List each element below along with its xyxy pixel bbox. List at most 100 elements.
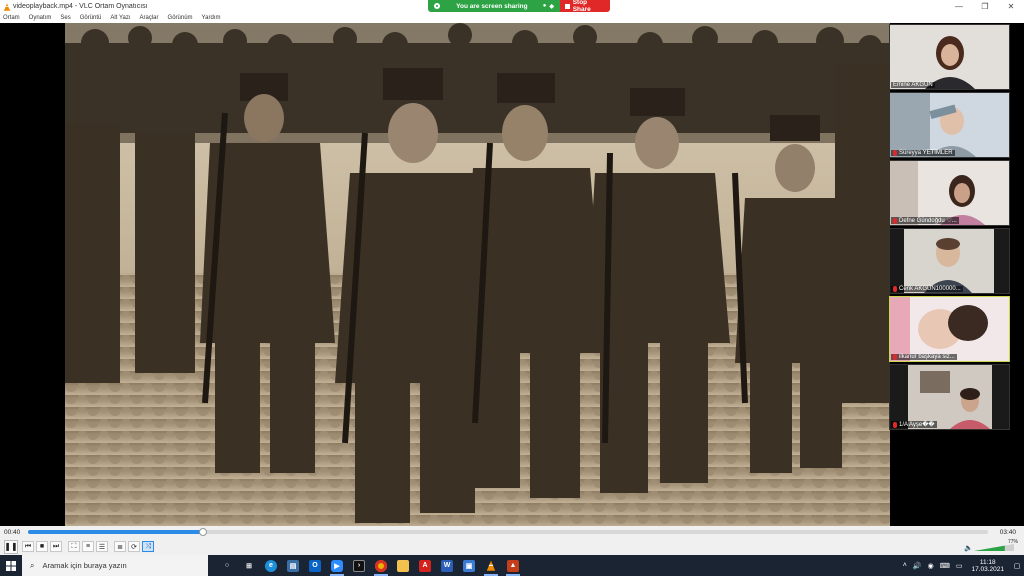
- terminal-icon: ›: [353, 559, 365, 572]
- file-explorer-button[interactable]: [392, 555, 414, 576]
- widgets-button[interactable]: ⊞: [238, 555, 260, 576]
- menu-alt-yazi[interactable]: Alt Yazı: [110, 15, 130, 21]
- pause-icon: ❚❚: [4, 542, 18, 551]
- acrobat-button[interactable]: A: [414, 555, 436, 576]
- volume-control[interactable]: 🔈 77%: [964, 539, 1020, 553]
- zoom-icon: ▶: [331, 559, 343, 572]
- stop-button[interactable]: ■: [36, 541, 48, 552]
- previous-button[interactable]: ⏮: [22, 541, 34, 552]
- windows-logo-icon: [6, 560, 16, 571]
- loop-icon: ⟳: [131, 543, 137, 551]
- clock-date: 17.03.2021: [971, 565, 1004, 573]
- maximize-button[interactable]: ❐: [972, 0, 998, 13]
- window-title: videoplayback.mp4 - VLC Ortam Oynatıcısı: [13, 3, 148, 10]
- participant-video: [890, 365, 1009, 429]
- speaker-icon[interactable]: 🔊: [913, 562, 922, 570]
- loop-button[interactable]: ⟳: [128, 541, 140, 552]
- notifications-button[interactable]: ▢: [1010, 555, 1024, 576]
- store-button[interactable]: ▤: [282, 555, 304, 576]
- system-tray: ˄ 🔊 ◉ ⌨ ▭ 11:18 17.03.2021 ▢: [900, 555, 1024, 576]
- microphone-icon[interactable]: ●: [543, 3, 547, 9]
- menu-ortam[interactable]: Ortam: [3, 15, 20, 21]
- participant-tile[interactable]: Cenk AKGÜN100000...: [889, 228, 1010, 294]
- notification-icon: ▢: [1013, 562, 1021, 570]
- search-icon: ⌕: [30, 560, 35, 570]
- menu-ses[interactable]: Ses: [60, 15, 70, 21]
- vlc-cone-icon: [3, 2, 11, 11]
- participant-gallery: Emine AKGÜN Süreyya YETİMLER Defne Gündo…: [889, 24, 1010, 432]
- muted-mic-icon: [893, 354, 897, 360]
- shuffle-button[interactable]: ⤨: [142, 541, 154, 552]
- seek-slider[interactable]: [28, 528, 988, 536]
- terminal-button[interactable]: ›: [348, 555, 370, 576]
- keyboard-icon[interactable]: ⌨: [940, 562, 950, 570]
- menu-bar: Ortam Oynatım Ses Görüntü Alt Yazı Araçl…: [0, 13, 1024, 23]
- display-icon[interactable]: ▭: [956, 562, 963, 570]
- taskbar-apps: ○ ⊞ e ▤ O ▶ › A W ▣ ▲: [216, 555, 524, 576]
- playlist-toggle-button[interactable]: ≣: [114, 541, 126, 552]
- vlc-cone-icon: [486, 560, 496, 571]
- menu-goruntu[interactable]: Görüntü: [80, 15, 102, 21]
- participant-name: Defne Gündoğdu ♡...: [891, 217, 959, 224]
- participant-tile[interactable]: Emine AKGÜN: [889, 24, 1010, 90]
- word-button[interactable]: W: [436, 555, 458, 576]
- folder-icon: [397, 559, 409, 572]
- edge-button[interactable]: e: [260, 555, 282, 576]
- menu-oynatim[interactable]: Oynatım: [29, 15, 52, 21]
- pause-button[interactable]: ❚❚: [4, 539, 18, 554]
- chevron-up-icon[interactable]: ˄: [903, 562, 907, 569]
- speaker-icon[interactable]: 🔈: [964, 544, 973, 552]
- volume-level: [974, 545, 1005, 551]
- close-button[interactable]: ✕: [998, 0, 1024, 13]
- playback-controls: ❚❚ ⏮ ■ ⏭ ⛶ ≡ ☰ ≣ ⟳ ⤨ 🔈 77%: [0, 538, 1024, 555]
- network-icon[interactable]: ◉: [928, 562, 934, 570]
- participant-name: Cenk AKGÜN100000...: [891, 286, 963, 292]
- stop-share-button[interactable]: Stop Share: [560, 0, 610, 13]
- start-button[interactable]: [0, 555, 22, 576]
- video-area[interactable]: [0, 23, 1024, 526]
- menu-yardim[interactable]: Yardım: [202, 15, 221, 21]
- muted-mic-icon: [893, 217, 897, 224]
- sharing-icon: [434, 3, 440, 9]
- presentation-button[interactable]: ▲: [502, 555, 524, 576]
- participant-tile[interactable]: 1/A Ayşe��: [889, 364, 1010, 430]
- participant-tile[interactable]: Süreyya YETİMLER: [889, 92, 1010, 158]
- taskbar-search[interactable]: ⌕ Aramak için buraya yazın: [22, 555, 208, 576]
- extended-settings-button[interactable]: ≡: [82, 541, 94, 552]
- edge-icon: e: [265, 559, 277, 572]
- fullscreen-button[interactable]: ⛶: [68, 541, 80, 552]
- vlc-button[interactable]: [480, 555, 502, 576]
- next-button[interactable]: ⏭: [50, 541, 62, 552]
- participant-name: ilkanur başkaya siz...: [891, 354, 957, 360]
- participant-tile[interactable]: ilkanur başkaya siz...: [889, 296, 1010, 362]
- shield-icon[interactable]: ◆: [549, 3, 554, 10]
- pdf-icon: A: [419, 559, 431, 572]
- outlook-button[interactable]: O: [304, 555, 326, 576]
- time-total: 03:40: [999, 528, 1016, 536]
- participant-video: [890, 297, 1009, 361]
- presentation-icon: ▲: [507, 559, 519, 572]
- stop-icon: [565, 3, 570, 9]
- screen: videoplayback.mp4 - VLC Ortam Oynatıcısı…: [0, 0, 1024, 576]
- video-frame[interactable]: [65, 23, 890, 526]
- menu-gorunum[interactable]: Görünüm: [168, 15, 193, 21]
- time-elapsed: 00:40: [4, 528, 21, 536]
- zoom-button[interactable]: ▶: [326, 555, 348, 576]
- muted-mic-icon: [893, 421, 897, 428]
- playlist-button[interactable]: ☰: [96, 541, 108, 552]
- photos-button[interactable]: ▣: [458, 555, 480, 576]
- equalizer-icon: ≡: [85, 543, 91, 550]
- muted-mic-icon: [893, 150, 897, 156]
- clock[interactable]: 11:18 17.03.2021: [971, 559, 1004, 573]
- participant-tile[interactable]: Defne Gündoğdu ♡...: [889, 160, 1010, 226]
- word-icon: W: [441, 559, 453, 572]
- chrome-button[interactable]: [370, 555, 392, 576]
- minimize-button[interactable]: —: [946, 0, 972, 13]
- participant-video: [890, 25, 1009, 89]
- task-view-icon: ○: [224, 562, 230, 569]
- sharing-status[interactable]: You are screen sharing ● ◆: [428, 0, 560, 12]
- seek-handle[interactable]: [198, 528, 207, 536]
- task-view-button[interactable]: ○: [216, 555, 238, 576]
- volume-slider[interactable]: [974, 544, 1014, 551]
- menu-araclar[interactable]: Araçlar: [140, 15, 159, 21]
